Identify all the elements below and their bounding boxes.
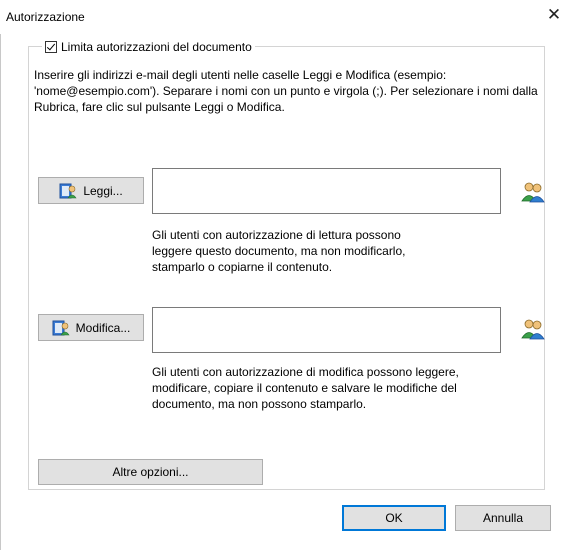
ok-button[interactable]: OK [342,505,446,531]
close-icon[interactable]: ✕ [545,6,563,24]
restrict-permissions-checkbox[interactable] [45,41,57,53]
cancel-button[interactable]: Annulla [455,505,551,531]
window-title: Autorizzazione [6,10,85,24]
read-permission-description: Gli utenti con autorizzazione di lettura… [152,228,406,274]
address-book-icon [59,183,77,199]
read-button-label[interactable]: Leggi... [83,184,122,198]
change-button-label[interactable]: Modifica... [76,321,131,335]
instructions-text: Inserire gli indirizzi e-mail degli uten… [34,68,538,114]
title-bar: Autorizzazione ✕ [0,0,567,34]
change-users-field[interactable] [152,307,501,353]
change-permission-description: Gli utenti con autorizzazione di modific… [152,365,459,411]
read-button[interactable]: Leggi... [38,177,144,204]
read-contacts-icon[interactable] [520,179,546,205]
change-contacts-icon[interactable] [520,316,546,342]
address-book-icon [52,320,70,336]
restrict-permissions-checkbox-row[interactable]: Limita autorizzazioni del documento [42,38,255,56]
more-options-button[interactable]: Altre opzioni... [38,459,263,485]
read-users-field[interactable] [152,168,501,214]
restrict-permissions-label[interactable]: Limita autorizzazioni del documento [61,40,252,54]
window-border [0,34,1,550]
change-button[interactable]: Modifica... [38,314,144,341]
